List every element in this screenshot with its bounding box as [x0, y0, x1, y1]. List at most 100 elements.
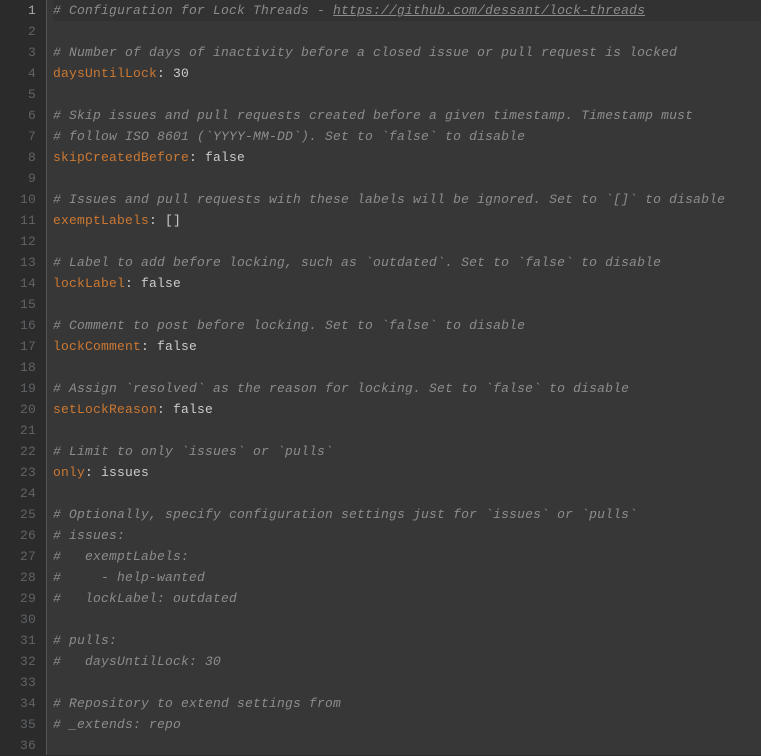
comment-token: # Number of days of inactivity before a … — [53, 45, 677, 60]
yaml-key: daysUntilLock — [53, 66, 157, 81]
code-line[interactable]: # exemptLabels: — [53, 546, 761, 567]
line-number: 24 — [8, 483, 36, 504]
code-line[interactable] — [53, 231, 761, 252]
code-line[interactable]: lockComment: false — [53, 336, 761, 357]
yaml-key: setLockReason — [53, 402, 157, 417]
line-number: 16 — [8, 315, 36, 336]
code-line[interactable]: skipCreatedBefore: false — [53, 147, 761, 168]
comment-token: # lockLabel: outdated — [53, 591, 237, 606]
code-line[interactable]: # Repository to extend settings from — [53, 693, 761, 714]
code-line[interactable] — [53, 735, 761, 755]
comment-token: # - help-wanted — [53, 570, 205, 585]
code-line[interactable] — [53, 168, 761, 189]
code-line[interactable]: # _extends: repo — [53, 714, 761, 735]
comment-token: # follow ISO 8601 (`YYYY-MM-DD`). Set to… — [53, 129, 525, 144]
comment-token: # Assign `resolved` as the reason for lo… — [53, 381, 629, 396]
code-area[interactable]: # Configuration for Lock Threads - https… — [46, 0, 761, 755]
yaml-value: 30 — [173, 66, 189, 81]
line-number: 35 — [8, 714, 36, 735]
code-line[interactable]: # Assign `resolved` as the reason for lo… — [53, 378, 761, 399]
line-number: 30 — [8, 609, 36, 630]
line-number: 26 — [8, 525, 36, 546]
line-number: 19 — [8, 378, 36, 399]
code-line[interactable]: only: issues — [53, 462, 761, 483]
line-number: 20 — [8, 399, 36, 420]
line-number: 1 — [8, 0, 36, 21]
yaml-colon: : — [141, 339, 157, 354]
yaml-value: [] — [165, 213, 181, 228]
line-number: 6 — [8, 105, 36, 126]
code-line[interactable]: # Comment to post before locking. Set to… — [53, 315, 761, 336]
line-number: 33 — [8, 672, 36, 693]
line-number: 7 — [8, 126, 36, 147]
yaml-colon: : — [157, 66, 173, 81]
code-line[interactable]: # Label to add before locking, such as `… — [53, 252, 761, 273]
code-line[interactable]: # daysUntilLock: 30 — [53, 651, 761, 672]
yaml-colon: : — [189, 150, 205, 165]
code-line[interactable]: daysUntilLock: 30 — [53, 63, 761, 84]
comment-token: # _extends: repo — [53, 717, 181, 732]
line-number: 10 — [8, 189, 36, 210]
code-line[interactable]: # Limit to only `issues` or `pulls` — [53, 441, 761, 462]
comment-token: # issues: — [53, 528, 125, 543]
line-number: 2 — [8, 21, 36, 42]
yaml-key: skipCreatedBefore — [53, 150, 189, 165]
line-number: 12 — [8, 231, 36, 252]
code-line[interactable] — [53, 483, 761, 504]
code-line[interactable]: # Number of days of inactivity before a … — [53, 42, 761, 63]
code-line[interactable]: # issues: — [53, 525, 761, 546]
yaml-value: false — [141, 276, 181, 291]
comment-token: # Repository to extend settings from — [53, 696, 341, 711]
code-line[interactable] — [53, 357, 761, 378]
code-line[interactable]: # Optionally, specify configuration sett… — [53, 504, 761, 525]
yaml-colon: : — [85, 465, 101, 480]
yaml-key: lockLabel — [53, 276, 125, 291]
line-number: 23 — [8, 462, 36, 483]
code-line[interactable] — [53, 294, 761, 315]
code-line[interactable]: # follow ISO 8601 (`YYYY-MM-DD`). Set to… — [53, 126, 761, 147]
code-line[interactable] — [53, 21, 761, 42]
yaml-colon: : — [125, 276, 141, 291]
line-number: 27 — [8, 546, 36, 567]
yaml-value: false — [173, 402, 213, 417]
yaml-value: issues — [101, 465, 149, 480]
yaml-key: only — [53, 465, 85, 480]
line-number: 13 — [8, 252, 36, 273]
line-number: 8 — [8, 147, 36, 168]
yaml-value: false — [205, 150, 245, 165]
line-number: 31 — [8, 630, 36, 651]
line-number: 9 — [8, 168, 36, 189]
code-line[interactable]: # lockLabel: outdated — [53, 588, 761, 609]
code-line[interactable]: lockLabel: false — [53, 273, 761, 294]
code-line[interactable]: # Skip issues and pull requests created … — [53, 105, 761, 126]
code-line[interactable] — [53, 420, 761, 441]
code-line[interactable]: # Issues and pull requests with these la… — [53, 189, 761, 210]
comment-token: # Issues and pull requests with these la… — [53, 192, 725, 207]
yaml-key: lockComment — [53, 339, 141, 354]
comment-token: # Optionally, specify configuration sett… — [53, 507, 637, 522]
line-number: 29 — [8, 588, 36, 609]
comment-link[interactable]: https://github.com/dessant/lock-threads — [333, 3, 645, 18]
line-number: 18 — [8, 357, 36, 378]
line-number: 22 — [8, 441, 36, 462]
code-line[interactable]: # Configuration for Lock Threads - https… — [53, 0, 761, 21]
code-line[interactable]: exemptLabels: [] — [53, 210, 761, 231]
line-number: 11 — [8, 210, 36, 231]
code-line[interactable]: setLockReason: false — [53, 399, 761, 420]
code-line[interactable] — [53, 84, 761, 105]
comment-token: # Label to add before locking, such as `… — [53, 255, 661, 270]
comment-token: # Comment to post before locking. Set to… — [53, 318, 525, 333]
code-line[interactable]: # pulls: — [53, 630, 761, 651]
yaml-colon: : — [149, 213, 165, 228]
code-line[interactable]: # - help-wanted — [53, 567, 761, 588]
line-number: 34 — [8, 693, 36, 714]
line-number-gutter: 1234567891011121314151617181920212223242… — [0, 0, 46, 755]
line-number: 36 — [8, 735, 36, 756]
line-number: 14 — [8, 273, 36, 294]
line-number: 15 — [8, 294, 36, 315]
code-editor[interactable]: 1234567891011121314151617181920212223242… — [0, 0, 761, 755]
line-number: 21 — [8, 420, 36, 441]
code-line[interactable] — [53, 609, 761, 630]
line-number: 17 — [8, 336, 36, 357]
code-line[interactable] — [53, 672, 761, 693]
